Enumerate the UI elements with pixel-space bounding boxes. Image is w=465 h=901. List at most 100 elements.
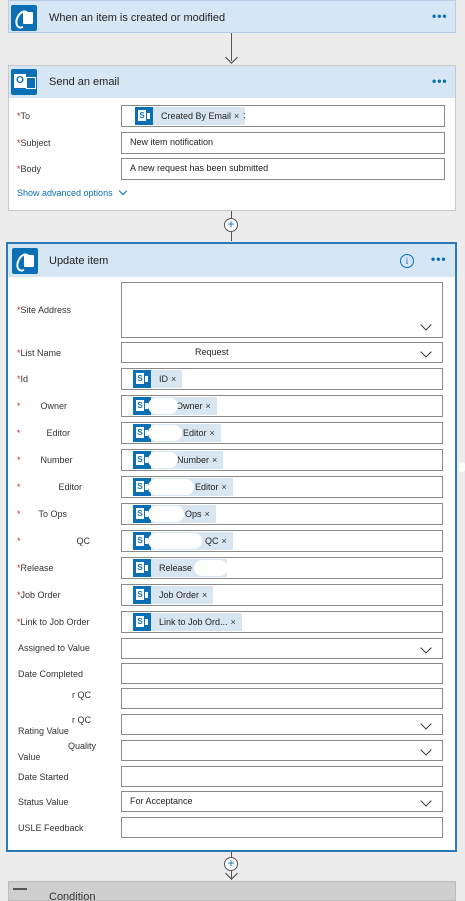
owner-label: * Owner — [17, 401, 68, 411]
number-field[interactable]: Number × — [121, 449, 443, 471]
subject-label: *Subject — [17, 138, 51, 148]
arrow-down-icon — [225, 51, 238, 64]
remove-token-icon[interactable]: × — [202, 590, 213, 600]
body-field[interactable]: A new request has been submitted — [121, 158, 445, 180]
redaction-mark — [148, 479, 194, 495]
date-completed-label: Date Completed — [18, 669, 84, 679]
quality-value-dropdown[interactable] — [121, 740, 443, 761]
redaction-mark — [148, 425, 182, 441]
ops-field[interactable]: Ops × — [121, 503, 443, 525]
ops-label: * To Ops — [17, 509, 68, 519]
remove-token-icon[interactable]: × — [212, 455, 223, 465]
quality-value-label: Value — [18, 752, 41, 762]
trigger-title: When an item is created or modified — [49, 12, 226, 24]
remove-token-icon[interactable]: × — [206, 401, 217, 411]
update-item-header[interactable]: Update item i ••• — [8, 244, 455, 277]
to-suffix: ; — [243, 110, 246, 120]
scroll-indicator[interactable] — [459, 462, 465, 472]
rating-value-label: Rating Value — [18, 726, 69, 736]
date-started-label: Date Started — [18, 772, 69, 782]
release-field[interactable]: Release I — [121, 557, 443, 579]
editor2-label: * Editor — [17, 482, 83, 492]
remove-token-icon[interactable]: × — [171, 374, 182, 384]
assigned-to-label: Assigned to Value — [18, 643, 90, 653]
to-label: *To — [17, 111, 31, 121]
usle-feedback-label: USLE Feedback — [18, 823, 84, 833]
remove-token-icon[interactable]: × — [231, 617, 242, 627]
release-label: *Release — [17, 563, 54, 573]
send-email-header[interactable]: Send an email ••• — [9, 66, 455, 98]
sharepoint-token-icon — [133, 586, 151, 604]
site-address-label: *Site Address — [17, 305, 72, 315]
status-value-label: Status Value — [18, 797, 69, 807]
id-token[interactable]: ID × — [133, 370, 183, 388]
to-field[interactable]: Created By Email × ; — [121, 105, 445, 127]
chevron-down-icon[interactable] — [420, 319, 432, 331]
remove-token-icon[interactable]: × — [222, 482, 233, 492]
redaction-mark — [194, 560, 228, 576]
editor2-field[interactable]: Editor × — [121, 476, 443, 498]
send-email-menu-button[interactable]: ••• — [432, 74, 448, 88]
usle-feedback-field[interactable] — [121, 817, 443, 838]
id-field[interactable]: ID × — [121, 368, 443, 390]
sharepoint-token-icon — [135, 107, 153, 125]
show-advanced-options-link[interactable]: Show advanced options — [17, 186, 128, 198]
add-step-button[interactable]: + — [224, 218, 238, 232]
qc-field[interactable]: QC × — [121, 530, 443, 552]
job-order-token[interactable]: Job Order × — [133, 586, 214, 604]
redaction-mark — [148, 506, 184, 522]
editor-field[interactable]: Editor × — [121, 422, 443, 444]
sharepoint-token-icon — [133, 613, 151, 631]
job-order-label: *Job Order — [17, 590, 61, 600]
redaction-mark — [148, 398, 178, 414]
site-address-field[interactable] — [121, 282, 443, 338]
quality-label: Quality — [68, 741, 97, 751]
remove-token-icon[interactable]: × — [210, 428, 221, 438]
number-token[interactable]: Number × — [133, 451, 224, 469]
chevron-down-icon — [420, 642, 432, 654]
remove-token-icon[interactable]: × — [205, 509, 216, 519]
chevron-down-icon — [420, 346, 432, 358]
sharepoint-token-icon — [133, 370, 151, 388]
redaction-mark — [148, 452, 178, 468]
owner-field[interactable]: Owner × — [121, 395, 443, 417]
date-completed-field[interactable] — [121, 663, 443, 684]
rating-value-dropdown[interactable] — [121, 714, 443, 735]
info-icon[interactable]: i — [400, 254, 414, 268]
link-job-order-token[interactable]: Link to Job Ord... × — [133, 613, 242, 631]
job-order-field[interactable]: Job Order × — [121, 584, 443, 606]
condition-icon — [13, 888, 27, 900]
reviewer-qc-field[interactable] — [121, 688, 443, 709]
send-email-title: Send an email — [49, 76, 120, 88]
chevron-down-icon — [420, 795, 432, 807]
list-name-dropdown[interactable]: Request — [121, 342, 443, 363]
chevron-down-icon — [420, 744, 432, 756]
condition-title: Condition — [49, 891, 96, 901]
update-item-title: Update item — [49, 255, 109, 267]
subject-field[interactable]: New item notification — [121, 132, 445, 154]
outlook-icon — [11, 69, 37, 95]
redaction-mark — [148, 533, 202, 549]
reviewer-qc-rating-label: r QC — [72, 715, 91, 725]
assigned-to-dropdown[interactable] — [121, 638, 443, 659]
link-job-order-label: *Link to Job Order — [17, 617, 90, 627]
chevron-down-icon — [420, 718, 432, 730]
remove-token-icon[interactable]: × — [222, 536, 233, 546]
id-label: *Id — [17, 374, 29, 384]
update-item-menu-button[interactable]: ••• — [431, 252, 447, 266]
link-job-order-field[interactable]: Link to Job Ord... × — [121, 611, 443, 633]
condition-card[interactable]: Condition — [8, 881, 456, 901]
trigger-menu-button[interactable]: ••• — [432, 9, 448, 23]
sharepoint-icon — [11, 5, 37, 31]
status-value-dropdown[interactable]: For Acceptance — [121, 791, 443, 812]
sharepoint-icon — [12, 248, 38, 274]
reviewer-qc-label: r QC — [72, 690, 91, 700]
body-label: *Body — [17, 164, 42, 174]
created-by-email-token[interactable]: Created By Email × — [135, 107, 246, 125]
trigger-card[interactable]: When an item is created or modified ••• — [8, 0, 456, 33]
qc-label: * QC — [17, 536, 91, 546]
list-name-label: *List Name — [17, 348, 62, 358]
editor-label: * Editor — [17, 428, 71, 438]
sharepoint-token-icon — [133, 559, 151, 577]
date-started-field[interactable] — [121, 766, 443, 787]
